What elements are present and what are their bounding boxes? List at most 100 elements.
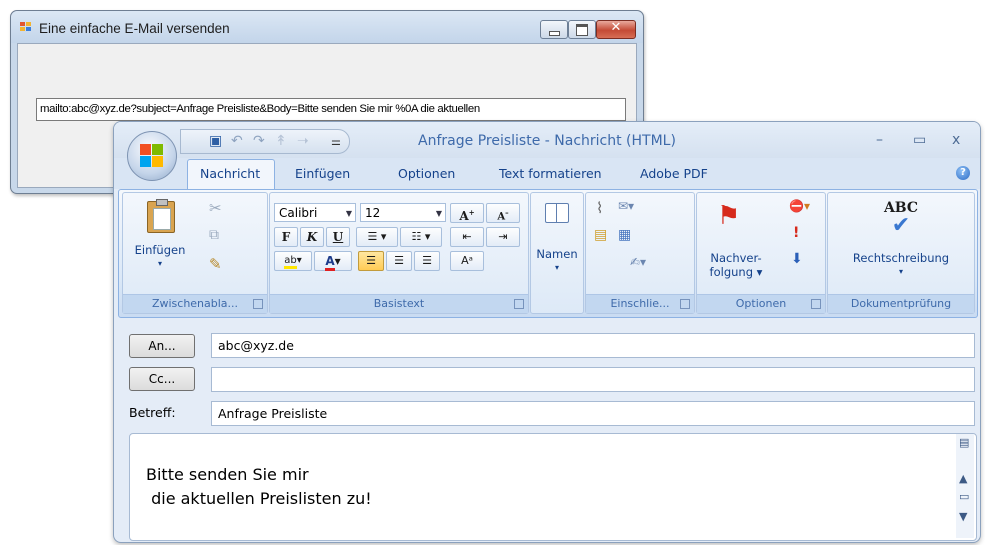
bullet-list-icon: ☰ ▾ <box>367 230 387 243</box>
subject-label: Betreff: <box>129 405 176 420</box>
basic-text-group-label: Basistext <box>270 294 528 313</box>
outlook-titlebar[interactable]: ▣ ↶ ↷ ↟ ➝ ⚌ Anfrage Preisliste - Nachric… <box>114 122 980 158</box>
outlook-close-button[interactable]: x <box>952 132 960 148</box>
cc-field[interactable] <box>211 367 975 392</box>
outlook-message-window: ▣ ↶ ↷ ↟ ➝ ⚌ Anfrage Preisliste - Nachric… <box>113 121 981 543</box>
minimize-icon <box>549 31 560 36</box>
scroll-thumb[interactable]: ▭ <box>959 490 969 503</box>
scroll-up-icon[interactable]: ▲ <box>959 472 967 485</box>
outlook-maximize-button[interactable]: ▭ <box>913 132 926 148</box>
business-card-icon[interactable]: ▤ <box>594 227 607 243</box>
to-field[interactable]: abc@xyz.de <box>211 333 975 358</box>
ribbon: Einfügen ▾ ✂ ⧉ ✎ Zwischenabla... Calibri… <box>118 189 978 318</box>
increase-indent-button[interactable]: ⇥ <box>486 227 520 247</box>
minimize-button[interactable] <box>540 20 568 39</box>
scroll-down-icon[interactable]: ▼ <box>959 510 967 523</box>
spelling-dropdown-icon: ▾ <box>898 267 903 276</box>
paste-dropdown-icon: ▾ <box>157 259 162 268</box>
app-form-icon <box>20 22 33 33</box>
tab-adobe-pdf[interactable]: Adobe PDF <box>640 166 708 181</box>
underline-button[interactable]: U <box>326 227 350 247</box>
attach-file-icon[interactable]: ⌇ <box>596 199 603 217</box>
proofing-group-label: Dokumentprüfung <box>828 294 974 313</box>
signature-icon[interactable]: ✍▾ <box>630 255 646 269</box>
outlook-window-title: Anfrage Preisliste - Nachricht (HTML) <box>418 133 676 149</box>
outlook-minimize-button[interactable]: – <box>876 132 883 148</box>
followup-label-1: Nachver- <box>710 251 762 265</box>
dialog-launcher-icon[interactable] <box>514 299 524 309</box>
tab-nachricht[interactable]: Nachricht <box>187 159 275 189</box>
grow-font-button[interactable]: A+ <box>450 203 484 223</box>
cc-button[interactable]: Cc... <box>129 367 195 391</box>
clipboard-icon <box>147 199 175 233</box>
dialog-launcher-icon[interactable] <box>253 299 263 309</box>
close-button[interactable]: ✕ <box>596 20 636 39</box>
cut-icon[interactable]: ✂ <box>209 199 222 217</box>
group-options: ⚑ Nachver- folgung ▾ ⛔▾ ! ⬇ Optionen <box>696 192 826 314</box>
numbered-list-icon: ☷ ▾ <box>411 230 431 243</box>
to-button[interactable]: An... <box>129 334 195 358</box>
followup-button[interactable]: ⚑ Nachver- folgung ▾ <box>701 195 771 291</box>
spelling-button[interactable]: ABC ✔ Rechtschreibung ▾ <box>832 195 970 291</box>
checkmark-icon: ✔ <box>891 213 911 238</box>
group-clipboard: Einfügen ▾ ✂ ⧉ ✎ Zwischenabla... <box>122 192 268 314</box>
group-proofing: ABC ✔ Rechtschreibung ▾ Dokumentprüfung <box>827 192 975 314</box>
tab-einfuegen[interactable]: Einfügen <box>295 166 350 181</box>
outdent-icon: ⇤ <box>462 230 472 243</box>
dialog-launcher-icon[interactable] <box>811 299 821 309</box>
highlighter-icon: ab <box>284 255 297 269</box>
styles-button[interactable]: Aᵃ <box>450 251 484 271</box>
calendar-icon[interactable]: ▦ <box>618 227 631 243</box>
paste-button[interactable]: Einfügen ▾ <box>127 195 191 291</box>
font-color-button[interactable]: A▾ <box>314 251 352 271</box>
tab-optionen[interactable]: Optionen <box>398 166 455 181</box>
paste-label: Einfügen <box>134 243 186 257</box>
group-basic-text: Calibri ▼ 12 ▼ A+ A– F K U ☰ ▾ ☷ ▾ ⇤ ⇥ ab▾… <box>269 192 529 314</box>
font-combobox[interactable]: Calibri ▼ <box>274 203 356 222</box>
numbering-button[interactable]: ☷ ▾ <box>400 227 442 247</box>
chevron-down-icon: ▼ <box>345 209 352 218</box>
flag-icon: ⚑ <box>717 201 741 231</box>
background-titlebar[interactable]: Eine einfache E-Mail versenden ✕ <box>11 11 643 43</box>
permission-icon[interactable]: ⛔▾ <box>789 199 810 213</box>
names-label: Namen <box>536 247 578 261</box>
names-dropdown-icon: ▾ <box>554 263 559 272</box>
subject-field[interactable]: Anfrage Preisliste <box>211 401 975 426</box>
maximize-icon <box>576 24 588 36</box>
format-painter-icon[interactable]: ✎ <box>209 255 222 273</box>
background-window-title: Eine einfache E-Mail versenden <box>39 21 230 36</box>
align-left-button[interactable]: ☰ <box>358 251 384 271</box>
italic-button[interactable]: K <box>300 227 324 247</box>
bold-button[interactable]: F <box>274 227 298 247</box>
copy-icon[interactable]: ⧉ <box>209 227 219 243</box>
followup-label-2: folgung ▾ <box>709 265 763 279</box>
message-body[interactable]: Bitte senden Sie mir die aktuellen Preis… <box>129 433 977 541</box>
body-line-2: die aktuellen Preislisten zu! <box>146 489 372 508</box>
dialog-launcher-icon[interactable] <box>680 299 690 309</box>
group-names[interactable]: Namen ▾ <box>530 192 584 314</box>
ruler-toggle-icon[interactable]: ▤ <box>959 436 969 449</box>
font-size-combobox[interactable]: 12 ▼ <box>360 203 446 222</box>
group-include: ⌇ ✉▾ ▤ ▦ ✍▾ Einschlie... <box>585 192 695 314</box>
maximize-button[interactable] <box>568 20 596 39</box>
align-center-button[interactable]: ☰ <box>386 251 412 271</box>
align-right-button[interactable]: ☰ <box>414 251 440 271</box>
bullets-button[interactable]: ☰ ▾ <box>356 227 398 247</box>
office-button[interactable] <box>127 131 177 181</box>
shrink-font-button[interactable]: A– <box>486 203 520 223</box>
high-importance-icon[interactable]: ! <box>793 225 799 241</box>
options-group-label: Optionen <box>697 294 825 313</box>
help-icon[interactable]: ? <box>956 166 970 180</box>
tab-text-formatieren[interactable]: Text formatieren <box>499 166 602 181</box>
align-right-icon: ☰ <box>422 254 432 267</box>
ribbon-tabs: Nachricht Einfügen Optionen Text formati… <box>114 158 980 189</box>
attach-item-icon[interactable]: ✉▾ <box>618 199 634 213</box>
body-line-1: Bitte senden Sie mir <box>146 465 309 484</box>
low-importance-icon[interactable]: ⬇ <box>791 251 803 267</box>
styles-icon: Aᵃ <box>461 254 473 267</box>
vertical-scrollbar[interactable]: ▤ ▲ ▭ ▼ <box>956 434 974 538</box>
highlight-button[interactable]: ab▾ <box>274 251 312 271</box>
decrease-indent-button[interactable]: ⇤ <box>450 227 484 247</box>
chevron-down-icon: ▼ <box>435 209 442 218</box>
mailto-textbox[interactable]: mailto:abc@xyz.de?subject=Anfrage Preisl… <box>36 98 626 121</box>
